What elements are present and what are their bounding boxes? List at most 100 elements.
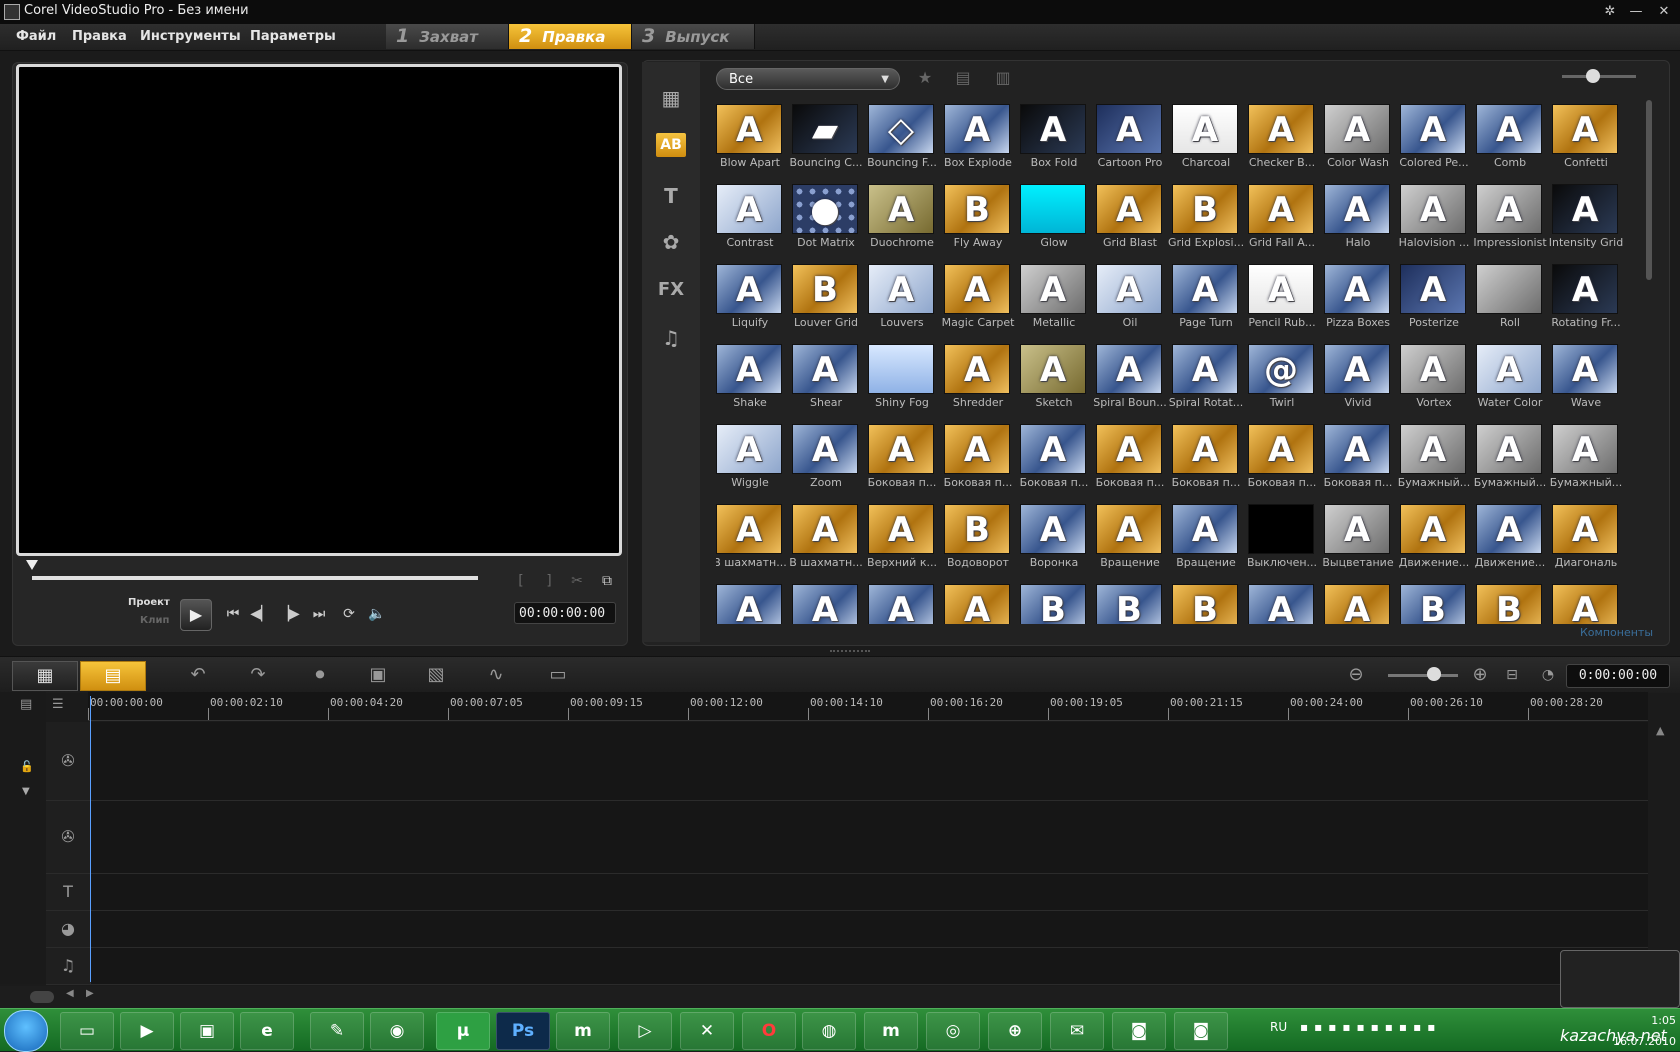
- pen-app-icon[interactable]: ✎: [310, 1012, 364, 1050]
- transition-tile[interactable]: A Confetti: [1552, 104, 1620, 169]
- transition-tile[interactable]: A Charcoal: [1172, 104, 1240, 169]
- transition-tile[interactable]: A Cartoon Pro: [1096, 104, 1164, 169]
- undo-icon[interactable]: ↶: [176, 662, 220, 688]
- media-player-icon[interactable]: ▶: [120, 1012, 174, 1050]
- transition-tile[interactable]: A Боковая п...: [1324, 424, 1392, 489]
- repeat-icon[interactable]: ⟳: [338, 603, 360, 625]
- transition-tile[interactable]: A Vivid: [1324, 344, 1392, 409]
- library-scrollbar[interactable]: [1646, 100, 1652, 280]
- transition-tile[interactable]: B: [1400, 584, 1468, 624]
- transition-tile[interactable]: A Shredder: [944, 344, 1012, 409]
- components-toggle[interactable]: Компоненты: [1580, 626, 1653, 639]
- transition-tile[interactable]: A Воронка: [1020, 504, 1088, 569]
- eye-app-icon[interactable]: ◉: [370, 1012, 424, 1050]
- timeline-timecode[interactable]: 0:00:00:00: [1566, 664, 1670, 688]
- chrome-icon[interactable]: ◎: [926, 1012, 980, 1050]
- transition-tile[interactable]: A: [868, 584, 936, 624]
- scroll-left-icon[interactable]: ◀: [66, 988, 74, 999]
- transition-tile[interactable]: A Blow Apart: [716, 104, 784, 169]
- photoshop-icon[interactable]: Ps: [496, 1012, 550, 1050]
- transition-tile[interactable]: Выключен...: [1247, 504, 1317, 569]
- system-tray-icons[interactable]: ▪▪▪▪▪▪▪▪▪▪: [1300, 1020, 1441, 1034]
- transition-tile[interactable]: A Halo: [1324, 184, 1392, 249]
- app-icon[interactable]: [4, 4, 20, 20]
- transition-tile[interactable]: A Боковая п...: [868, 424, 936, 489]
- transition-tile[interactable]: A Вращение: [1096, 504, 1164, 569]
- transition-tile[interactable]: A Color Wash: [1324, 104, 1392, 169]
- voice-track[interactable]: [46, 911, 1648, 948]
- home-icon[interactable]: ⏮: [222, 603, 244, 625]
- chevron-down-icon[interactable]: ▼: [22, 786, 30, 797]
- add-favorite-icon[interactable]: ★: [912, 68, 938, 90]
- transition-tile[interactable]: B: [1096, 584, 1164, 624]
- transition-tile[interactable]: A Shear: [792, 344, 860, 409]
- transition-category-icon[interactable]: AB: [656, 133, 686, 157]
- previous-frame-icon[interactable]: ◀▏: [250, 603, 272, 625]
- lock-icon[interactable]: 🔓: [20, 760, 34, 773]
- transition-tile[interactable]: A: [944, 584, 1012, 624]
- start-button[interactable]: [4, 1010, 48, 1052]
- transition-tile[interactable]: A Box Explode: [944, 104, 1012, 169]
- transition-tile[interactable]: A Rotating Fr...: [1551, 264, 1621, 329]
- transition-tile[interactable]: A Боковая п...: [944, 424, 1012, 489]
- media-category-icon[interactable]: ▦: [656, 84, 686, 112]
- clip-mode-label[interactable]: Клип: [140, 615, 169, 626]
- music-track[interactable]: [46, 948, 1648, 985]
- title-category-icon[interactable]: T: [656, 182, 686, 210]
- transition-tile[interactable]: B Fly Away: [944, 184, 1012, 249]
- transition-tile[interactable]: A: [1324, 584, 1392, 624]
- zoom-in-icon[interactable]: ⊕: [1468, 662, 1492, 688]
- transition-tile[interactable]: A Боковая п...: [1248, 424, 1316, 489]
- camera2-app-icon[interactable]: ◙: [1174, 1012, 1228, 1050]
- transition-tile[interactable]: A Движение...: [1399, 504, 1469, 569]
- explorer-icon[interactable]: ▭: [60, 1012, 114, 1050]
- title-track[interactable]: [46, 874, 1648, 911]
- transition-tile[interactable]: A Вращение: [1172, 504, 1240, 569]
- storyboard-view-button[interactable]: ▦: [12, 661, 78, 691]
- transition-tile[interactable]: A: [1552, 584, 1620, 624]
- transition-tile[interactable]: B Louver Grid: [792, 264, 860, 329]
- transition-tile[interactable]: A: [792, 584, 860, 624]
- transition-tile[interactable]: A Checker B...: [1248, 104, 1316, 169]
- preview-timecode[interactable]: 00:00:00:00: [514, 602, 616, 624]
- library-filter-dropdown[interactable]: Все ▼: [716, 68, 900, 90]
- transition-tile[interactable]: A Magic Carpet: [942, 264, 1014, 329]
- audio-wave-icon[interactable]: ∿: [474, 662, 518, 688]
- transition-tile[interactable]: A Wave: [1552, 344, 1620, 409]
- transition-tile[interactable]: A Metallic: [1020, 264, 1088, 329]
- next-frame-icon[interactable]: ▕▶: [278, 603, 300, 625]
- transition-tile[interactable]: A Бумажный...: [1550, 424, 1622, 489]
- transition-tile[interactable]: A Contrast: [716, 184, 784, 249]
- thumbnail-size-knob[interactable]: [1586, 69, 1600, 83]
- transition-tile[interactable]: B Grid Explosi...: [1168, 184, 1244, 249]
- track-add-icon[interactable]: [30, 991, 54, 1003]
- transition-tile[interactable]: A В шахматн...: [789, 504, 863, 569]
- mark-out-icon[interactable]: ]: [538, 570, 560, 592]
- transition-tile[interactable]: A Боковая п...: [1020, 424, 1088, 489]
- transition-tile[interactable]: A Zoom: [792, 424, 860, 489]
- transition-tile[interactable]: A Intensity Grid: [1549, 184, 1623, 249]
- settings-icon[interactable]: ✲: [1598, 2, 1622, 22]
- chapter-icon[interactable]: ☰: [52, 697, 64, 712]
- transition-tile[interactable]: ● Dot Matrix: [792, 184, 860, 249]
- md2-app-icon[interactable]: m: [864, 1012, 918, 1050]
- transition-tile[interactable]: B: [1476, 584, 1544, 624]
- menu-edit[interactable]: Правка: [72, 29, 127, 44]
- transition-tile[interactable]: A Pencil Rub...: [1248, 264, 1316, 329]
- filter-category-icon[interactable]: FX: [656, 276, 686, 304]
- transition-tile[interactable]: A Движение...: [1475, 504, 1545, 569]
- transition-tile[interactable]: Glow: [1020, 184, 1088, 249]
- mail-app-icon[interactable]: ✉: [1050, 1012, 1104, 1050]
- transition-tile[interactable]: A Боковая п...: [1096, 424, 1164, 489]
- transition-tile[interactable]: A Liquify: [716, 264, 784, 329]
- scissors-icon[interactable]: ✂: [566, 570, 588, 592]
- transition-tile[interactable]: A Duochrome: [868, 184, 936, 249]
- transition-tile[interactable]: A Grid Fall A...: [1248, 184, 1316, 249]
- glider-app-icon[interactable]: ▷: [618, 1012, 672, 1050]
- timeline-view-button[interactable]: ▤: [80, 661, 146, 691]
- transition-tile[interactable]: A Боковая п...: [1172, 424, 1240, 489]
- transition-tile[interactable]: ◇ Bouncing F...: [867, 104, 937, 169]
- smart-proxy-icon[interactable]: ▣: [356, 662, 400, 688]
- transition-tile[interactable]: A Colored Pe...: [1399, 104, 1469, 169]
- transition-tile[interactable]: A Выцветание: [1322, 504, 1394, 569]
